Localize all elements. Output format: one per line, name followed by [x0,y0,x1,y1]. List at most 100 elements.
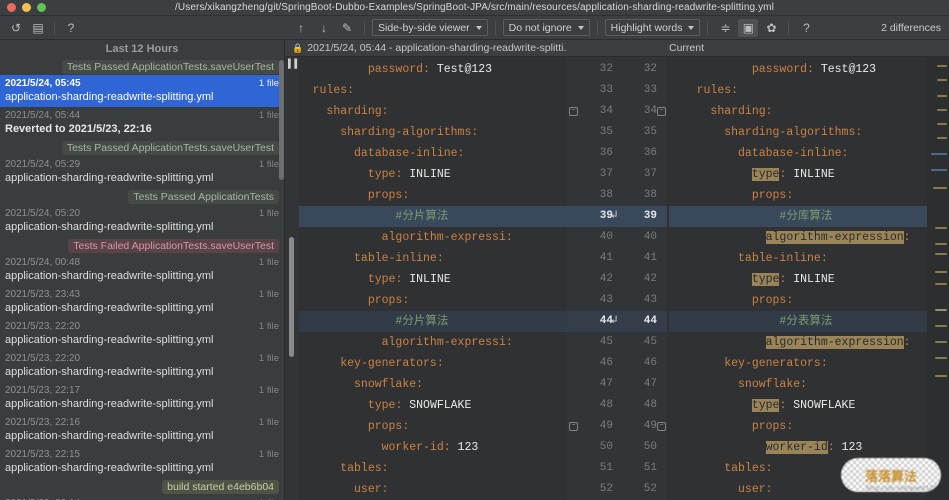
diff-help-icon[interactable]: ? [796,19,816,37]
diff-right-pane[interactable]: password: Test@123 rules: sharding: shar… [667,57,949,500]
history-item[interactable]: 2021/5/24, 00:48 1 file application-shardi… [0,254,284,286]
viewer-mode-dropdown[interactable]: Side-by-side viewer [372,19,488,36]
code-line[interactable]: database-inline: [669,143,949,164]
settings-gear-icon[interactable]: ✿ [761,19,781,37]
edit-pencil-icon[interactable]: ✎ [337,19,357,37]
code-line[interactable]: algorithm-expressi: [285,332,567,353]
code-line[interactable]: snowflake: [669,374,949,395]
code-key: table-inline [354,252,437,265]
code-line[interactable]: sharding: [285,101,567,122]
window-controls[interactable] [0,3,46,12]
code-line[interactable]: props: [669,185,949,206]
code-line[interactable]: props: [669,416,949,437]
code-line[interactable]: table-inline: [285,248,567,269]
code-line[interactable]: key-generators: [669,353,949,374]
close-window-button[interactable] [7,3,16,12]
fold-toggle-icon[interactable]: − [657,107,666,116]
right-code-lines[interactable]: password: Test@123 rules: sharding: shar… [667,57,949,500]
history-item-selected[interactable]: 2021/5/24, 05:45 1 file application-shardi… [0,75,284,107]
history-item[interactable]: 2021/5/23, 22:17 1 file application-shardi… [0,382,284,414]
history-item[interactable]: 2021/5/23, 23:43 1 file application-shardi… [0,286,284,318]
code-line[interactable]: type: INLINE [285,164,567,185]
history-sidebar[interactable]: Last 12 Hours Tests Passed ApplicationTe… [0,40,285,500]
code-line-changed[interactable]: #分表算法 [669,311,949,332]
code-colon: : [786,294,794,307]
code-line[interactable]: props: [285,416,567,437]
code-line-changed[interactable]: #分片算法 [285,311,567,332]
code-line[interactable]: type: SNOWFLAKE [285,395,567,416]
code-line[interactable]: worker-id: 123 [669,437,949,458]
history-item[interactable]: 2021/5/24, 05:29 1 file application-shardi… [0,156,284,188]
code-line[interactable]: sharding-algorithms: [285,122,567,143]
code-line[interactable]: password: Test@123 [669,59,949,80]
code-key: user [354,483,382,496]
code-line[interactable]: rules: [669,80,949,101]
left-pane-scrollbar[interactable] [289,237,294,357]
code-line-changed[interactable]: #分片算法 [285,206,567,227]
collapse-unchanged-icon[interactable]: ≑ [715,19,735,37]
code-line[interactable]: tables: [285,458,567,479]
help-icon[interactable]: ? [61,19,81,37]
code-line[interactable]: worker-id: 123 [285,437,567,458]
gutter-line-number-right: 45 [643,336,657,348]
highlight-mode-dropdown[interactable]: Highlight words [604,19,701,36]
maximize-window-button[interactable] [37,3,46,12]
code-line[interactable]: type: INLINE [669,269,949,290]
code-line[interactable]: type: SNOWFLAKE [669,395,949,416]
code-line[interactable]: sharding: [669,101,949,122]
code-line[interactable]: user: [285,479,567,500]
history-item[interactable]: 2021/5/23, 22:16 1 file application-shardi… [0,414,284,446]
code-line[interactable]: database-inline: [285,143,567,164]
code-line[interactable]: algorithm-expression: [669,227,949,248]
code-line[interactable]: props: [669,290,949,311]
code-value: 123 [450,441,479,454]
code-line[interactable]: algorithm-expression: [669,332,949,353]
history-item[interactable]: 2021/5/23, 22:20 1 file application-shardi… [0,350,284,382]
synchronize-scroll-icon[interactable]: ▣ [738,18,759,37]
fold-toggle-icon[interactable]: − [569,422,578,431]
minimize-window-button[interactable] [22,3,31,12]
right-pane-minimap[interactable] [927,57,949,500]
code-value: SNOWFLAKE [786,399,856,412]
history-item-meta: 2021/5/23, 22:17 1 file [5,383,279,397]
history-item-filename: application-sharding-readwrite-splitting… [5,334,214,346]
history-item-filecount: 1 file [258,352,279,364]
history-item[interactable]: 2021/5/24, 05:20 1 file application-shardi… [0,205,284,237]
code-line[interactable]: props: [285,290,567,311]
history-item[interactable]: 2021/5/23, 22:141 fileapplication-shardi… [0,495,284,500]
line-number-gutter[interactable]: 32 32 33 33 34 34 35 35 36 36 37 37 38 38 ↲ 39 39 40 40 41 4… [567,57,667,500]
undo-icon[interactable]: ↺ [6,19,26,37]
left-code-lines[interactable]: password: Test@123 rules: sharding: shar… [285,57,567,500]
history-item[interactable]: 2021/5/23, 22:20 1 file application-shardi… [0,318,284,350]
code-line[interactable]: table-inline: [669,248,949,269]
code-line[interactable]: key-generators: [285,353,567,374]
code-line[interactable]: type: INLINE [285,269,567,290]
code-line[interactable]: props: [285,185,567,206]
code-key: type [751,399,780,412]
code-line-changed[interactable]: #分库算法 [669,206,949,227]
fold-toggle-icon[interactable]: − [569,107,578,116]
code-line[interactable]: sharding-algorithms: [669,122,949,143]
history-item[interactable]: 2021/5/24, 05:44 1 file Reverted to 2021/5… [0,107,284,139]
code-line[interactable]: type: INLINE [669,164,949,185]
code-line[interactable]: snowflake: [285,374,567,395]
code-colon: : [402,420,410,433]
history-list[interactable]: Tests Passed ApplicationTests.saveUserTe… [0,58,284,500]
next-difference-icon[interactable]: ↓ [314,19,334,37]
history-event-badge: Tests Passed ApplicationTests.saveUserTe… [61,59,279,74]
sidebar-scrollbar[interactable] [279,60,284,180]
history-item-meta: 2021/5/23, 23:43 1 file [5,287,279,301]
code-line[interactable]: algorithm-expressi: [285,227,567,248]
compare-icon[interactable]: ▤ [28,19,48,37]
history-item[interactable]: 2021/5/23, 22:15 1 file application-shardi… [0,446,284,478]
ignore-mode-dropdown[interactable]: Do not ignore [502,19,590,36]
code-line[interactable]: rules: [285,80,567,101]
code-line[interactable]: password: Test@123 [285,59,567,80]
fold-toggle-icon[interactable]: − [657,422,666,431]
code-colon: : [731,84,739,97]
diff-left-pane[interactable]: ▌▌ password: Test@123 rules: sharding: s… [285,57,567,500]
previous-difference-icon[interactable]: ↑ [291,19,311,37]
